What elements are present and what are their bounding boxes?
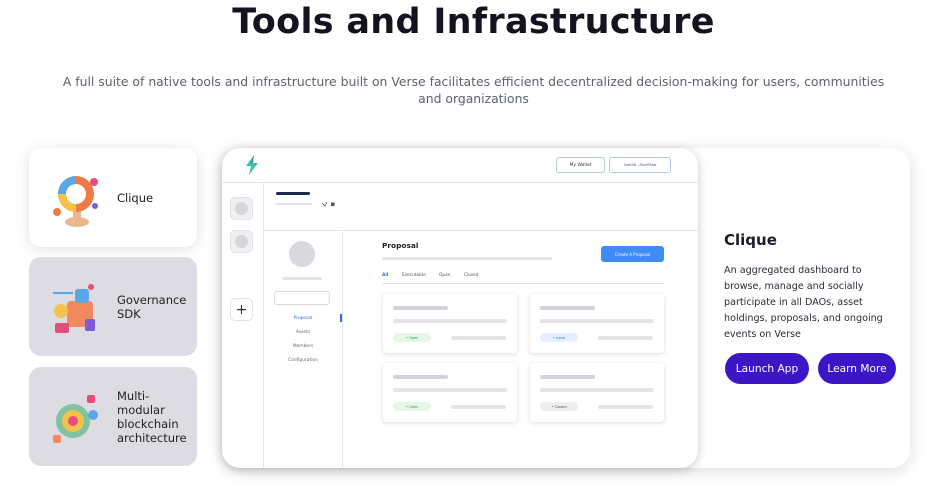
- blockchain-architecture-illustration-icon: [53, 394, 98, 443]
- add-dao-button[interactable]: +: [230, 298, 253, 321]
- dao-desc-placeholder: [276, 203, 312, 205]
- verse-logo-icon: [246, 155, 258, 175]
- filter-divider: [382, 283, 664, 284]
- status-badge: • Closed: [540, 402, 578, 411]
- status-badge: • Local: [540, 333, 578, 342]
- proposal-card[interactable]: • Open: [383, 294, 517, 353]
- mockup-search-input[interactable]: [274, 291, 330, 305]
- social-icons[interactable]: [322, 202, 336, 207]
- create-proposal-button[interactable]: Create A Proposal: [601, 246, 664, 262]
- tab-blockchain-architecture-label: Multi-modular blockchain architecture: [117, 388, 187, 445]
- mockup-topbar: My Wallet 0xef48...f0ce95bd: [222, 148, 698, 183]
- menu-item-configuration[interactable]: Configuration: [264, 358, 342, 363]
- dao-name-placeholder: [276, 192, 310, 195]
- launch-app-button[interactable]: Launch App: [725, 353, 809, 384]
- menu-item-proposal[interactable]: Proposal: [264, 316, 342, 321]
- page-title: Tools and Infrastructure: [232, 2, 715, 42]
- dao-avatar[interactable]: [230, 197, 253, 220]
- dao-profile-avatar: [289, 241, 315, 267]
- filter-closed[interactable]: Closed: [464, 273, 478, 278]
- menu-item-assets[interactable]: Assets: [264, 330, 342, 335]
- detail-title: Clique: [724, 231, 777, 249]
- filter-open[interactable]: Open: [439, 273, 450, 278]
- menu-item-members[interactable]: Members: [264, 344, 342, 349]
- tab-blockchain-architecture[interactable]: Multi-modular blockchain architecture: [29, 367, 197, 466]
- filter-executable[interactable]: Executable: [402, 273, 426, 278]
- mockup-main: Proposal Create A Proposal All Executabl…: [343, 231, 698, 468]
- page-subtitle: A full suite of native tools and infrast…: [62, 74, 885, 106]
- dao-rail: +: [222, 182, 264, 468]
- wallet-address[interactable]: 0xef48...f0ce95bd: [609, 157, 671, 173]
- detail-description: An aggregated dashboard to browse, manag…: [724, 265, 883, 340]
- proposal-desc-placeholder: [382, 257, 552, 260]
- tab-clique-label: Clique: [117, 190, 154, 205]
- proposal-card[interactable]: • Closed: [530, 363, 664, 422]
- status-badge: • Open: [393, 402, 431, 411]
- tab-clique[interactable]: Clique: [29, 148, 197, 247]
- tab-governance-sdk-label: Governance SDK: [117, 292, 187, 321]
- clique-illustration-icon: [53, 175, 98, 227]
- my-wallet-button[interactable]: My Wallet: [556, 157, 605, 173]
- mockup-sidebar: Proposal Assets Members Configuration: [264, 231, 343, 468]
- mockup-header: [264, 182, 698, 231]
- menu-active-indicator: [340, 314, 342, 322]
- app-mockup: My Wallet 0xef48...f0ce95bd + Proposal A…: [222, 148, 698, 468]
- proposal-heading: Proposal: [382, 241, 419, 250]
- learn-more-button[interactable]: Learn More: [818, 353, 896, 384]
- filter-all[interactable]: All: [382, 273, 388, 278]
- status-badge: • Open: [393, 333, 431, 342]
- tab-governance-sdk[interactable]: Governance SDK: [29, 257, 197, 356]
- profile-name-placeholder: [282, 277, 322, 280]
- dao-avatar[interactable]: [230, 230, 253, 253]
- governance-sdk-illustration-icon: [53, 283, 95, 333]
- proposal-card[interactable]: • Local: [530, 294, 664, 353]
- proposal-card[interactable]: • Open: [383, 363, 517, 422]
